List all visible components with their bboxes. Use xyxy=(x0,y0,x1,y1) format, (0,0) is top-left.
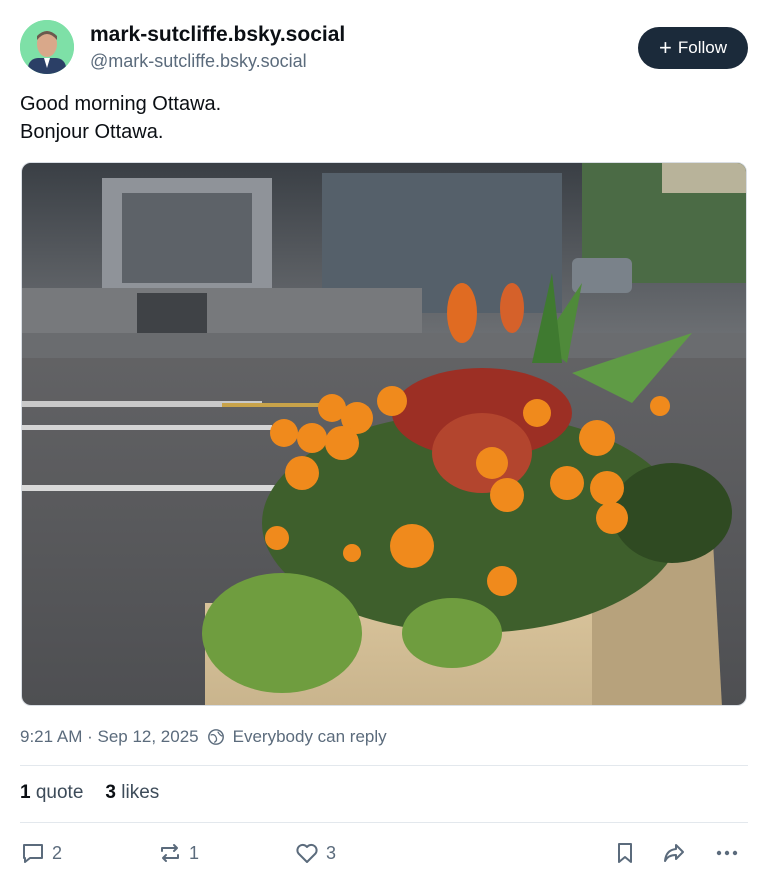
bookmark-icon xyxy=(618,843,632,863)
post-line: Good morning Ottawa. xyxy=(20,93,222,115)
reply-icon xyxy=(23,844,43,863)
divider xyxy=(20,765,748,766)
repost-button[interactable]: 1 xyxy=(157,838,199,868)
post-image[interactable] xyxy=(21,162,747,706)
likes-count: 3 xyxy=(105,782,116,803)
post-text: Good morning Ottawa. Bonjour Ottawa. xyxy=(20,90,221,146)
like-icon xyxy=(296,843,318,863)
post-meta: 9:21 AM · Sep 12, 2025 Everybody can rep… xyxy=(20,727,387,747)
post-stats: 1 quote 3 likes xyxy=(20,782,159,804)
reply-count: 2 xyxy=(52,842,63,863)
reply-button[interactable]: 2 xyxy=(20,838,62,868)
quotes-label: quote xyxy=(35,782,84,803)
likes-stat[interactable]: 3 likes xyxy=(105,782,159,804)
plus-icon: + xyxy=(659,35,672,60)
timestamp[interactable]: 9:21 AM · Sep 12, 2025 xyxy=(20,727,199,747)
display-name[interactable]: mark-sutcliffe.bsky.social xyxy=(90,23,345,47)
like-button[interactable]: 3 xyxy=(294,838,336,868)
avatar[interactable] xyxy=(20,20,74,74)
globe-icon xyxy=(207,729,224,745)
likes-label: likes xyxy=(121,782,160,803)
action-bar: 2 1 3 xyxy=(20,838,748,868)
quotes-count: 1 xyxy=(20,782,31,803)
divider xyxy=(20,822,748,823)
reply-setting: Everybody can reply xyxy=(232,727,387,746)
quotes-stat[interactable]: 1 quote xyxy=(20,782,83,804)
follow-button[interactable]: + Follow xyxy=(638,27,748,69)
repost-icon xyxy=(161,844,179,862)
post-header: mark-sutcliffe.bsky.social @mark-sutclif… xyxy=(20,20,748,76)
follow-label: Follow xyxy=(677,38,727,57)
like-count: 3 xyxy=(326,842,337,863)
post-line: Bonjour Ottawa. xyxy=(20,121,164,143)
bookmark-button[interactable] xyxy=(612,838,638,868)
share-icon xyxy=(664,844,684,862)
handle[interactable]: @mark-sutcliffe.bsky.social xyxy=(90,51,307,72)
repost-count: 1 xyxy=(189,842,200,863)
share-button[interactable] xyxy=(661,838,687,868)
more-button[interactable] xyxy=(714,838,740,868)
more-icon xyxy=(716,850,738,856)
